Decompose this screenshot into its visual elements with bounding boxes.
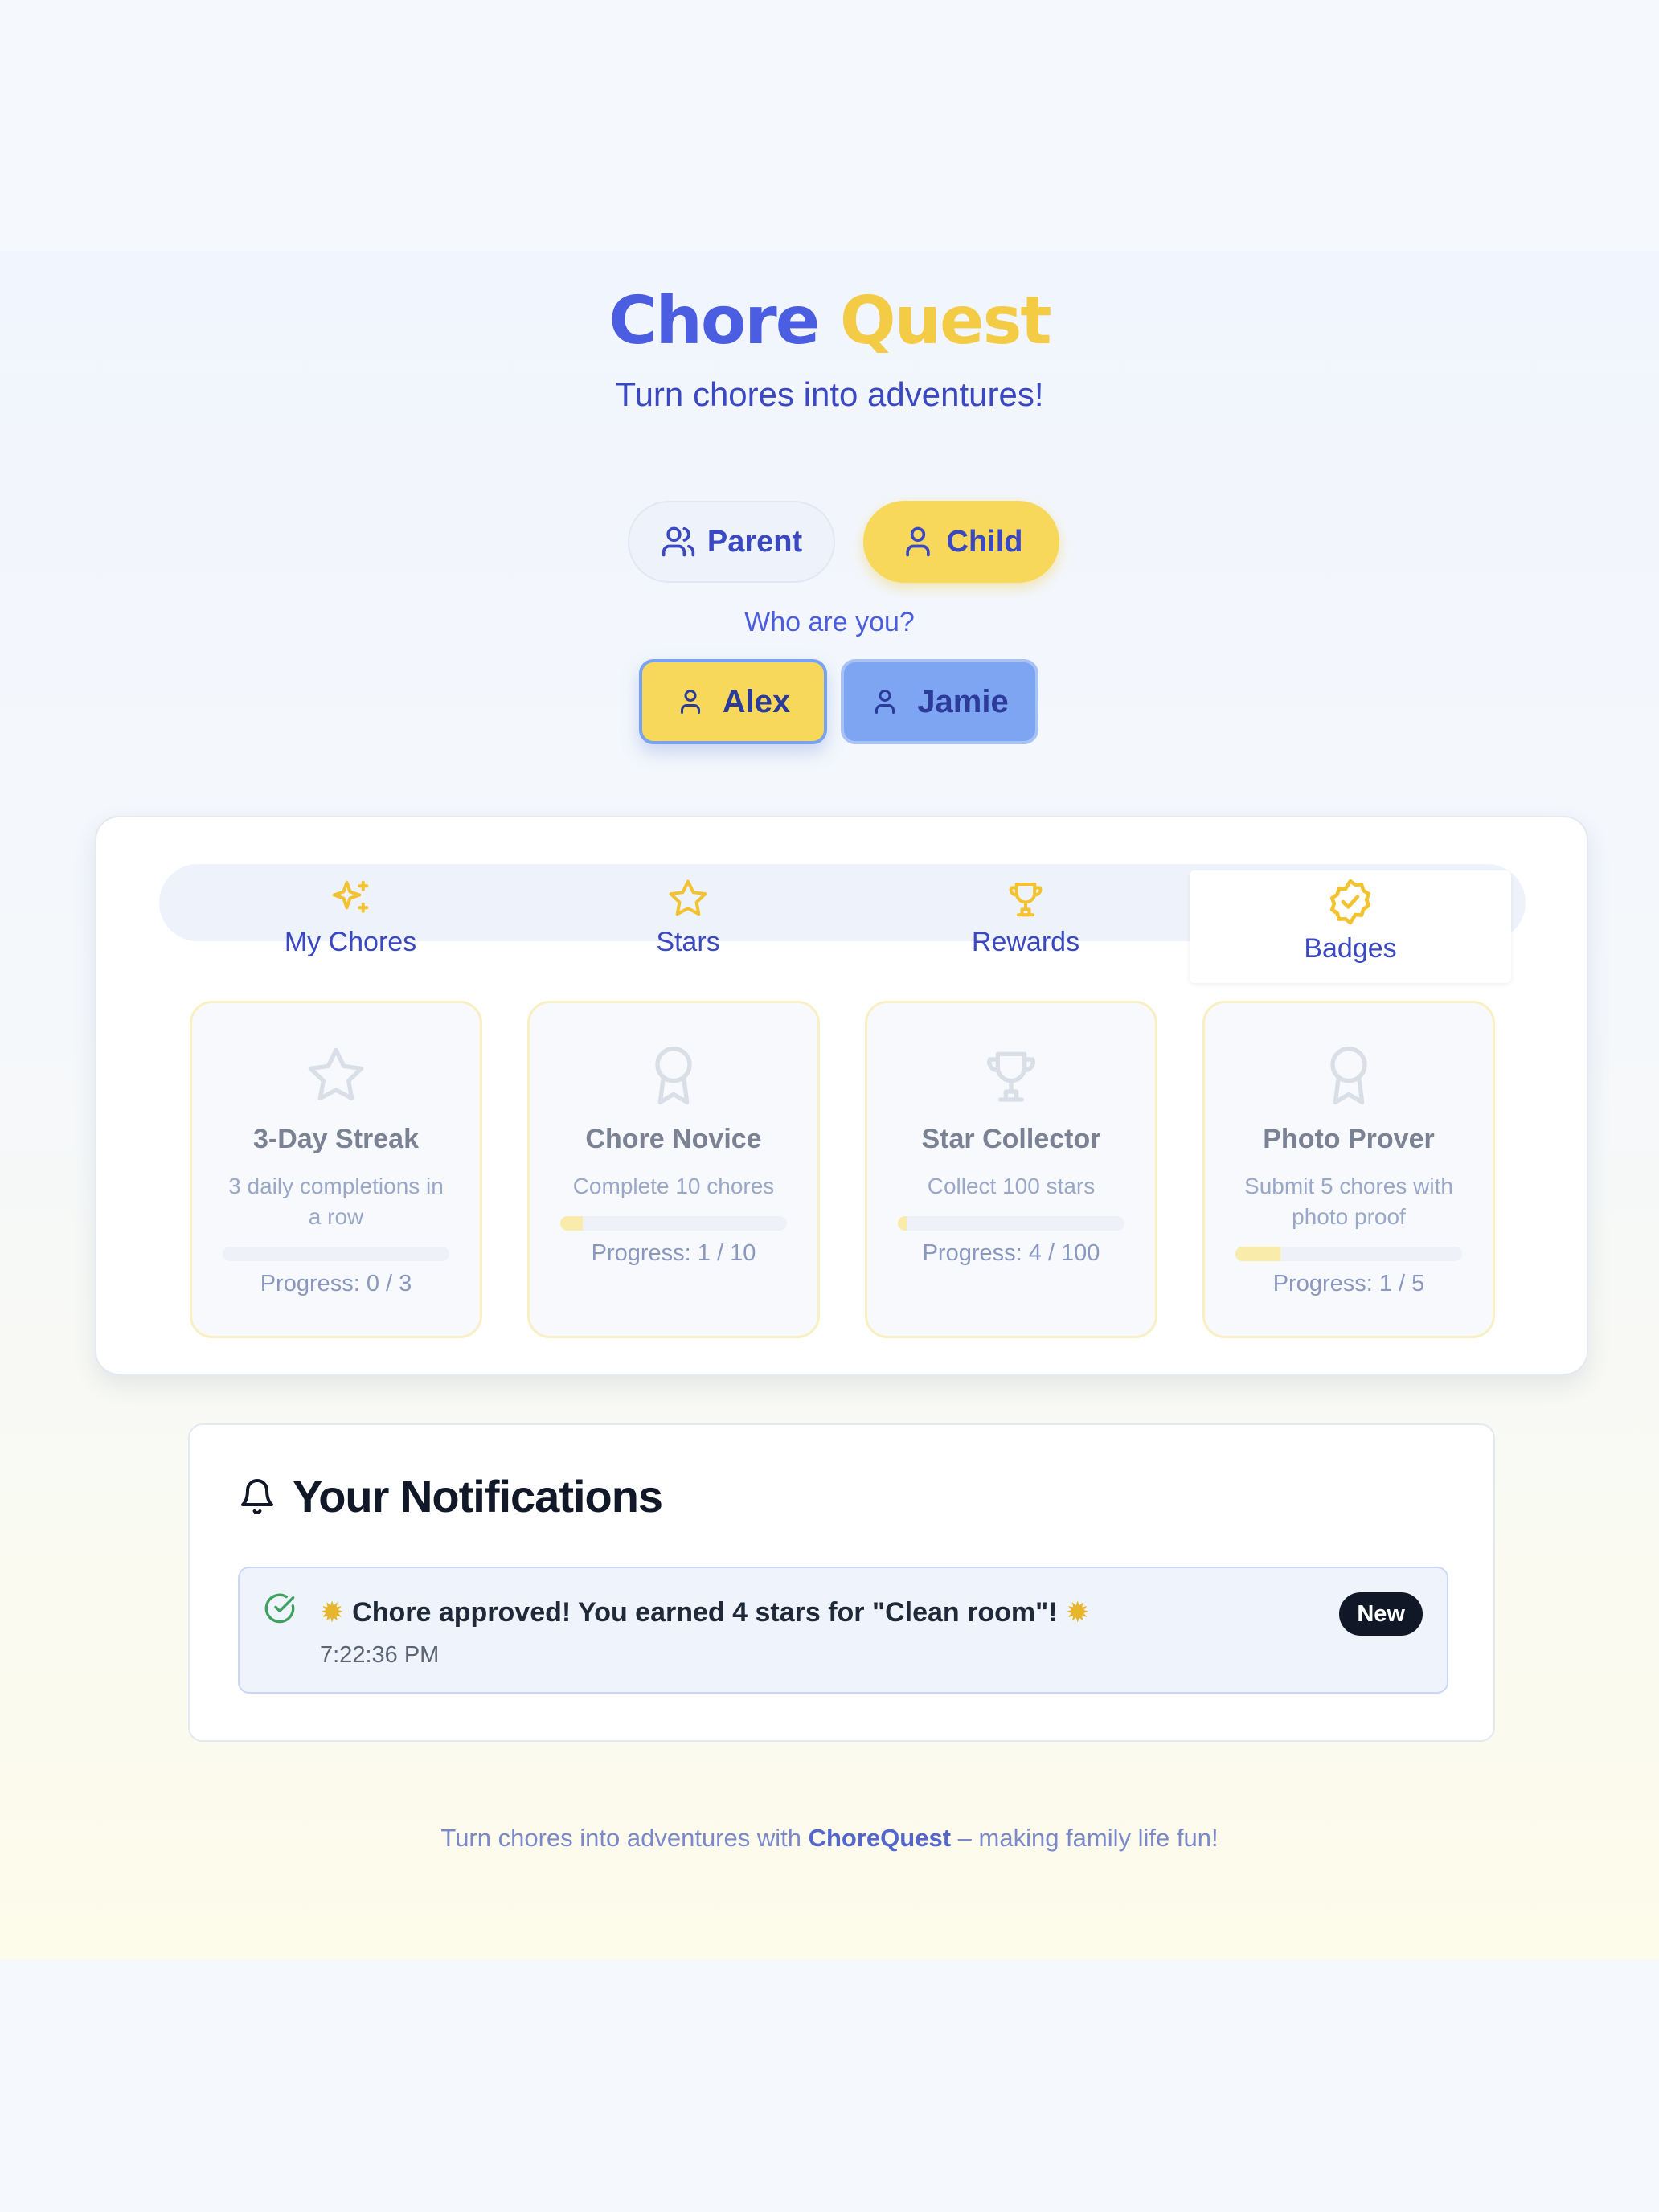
tab-rewards[interactable]: Rewards (865, 870, 1186, 983)
parent-role-button[interactable]: Parent (628, 501, 835, 583)
award-icon (641, 1043, 706, 1108)
footer-suffix: – making family life fun! (957, 1824, 1219, 1852)
kid-button-jamie[interactable]: Jamie (841, 659, 1038, 744)
notification-time: 7:22:36 PM (320, 1642, 440, 1668)
badge-card-star-collector: Star Collector Collect 100 stars Progres… (865, 1001, 1157, 1338)
badge-progress-bar (1235, 1247, 1462, 1261)
sparkle-emoji-icon: ✹ (320, 1596, 345, 1628)
notifications-heading: Your Notifications (238, 1470, 663, 1522)
badge-progress-fill (898, 1216, 907, 1231)
badge-description: Complete 10 chores (572, 1174, 775, 1198)
badge-name: Star Collector (921, 1124, 1101, 1154)
badge-progress-text: Progress: 0 / 3 (260, 1271, 412, 1296)
notification-text: Chore approved! You earned 4 stars for "… (352, 1596, 1058, 1628)
badge-card-3-day-streak: 3-Day Streak 3 daily completions in a ro… (190, 1001, 482, 1338)
badge-name: Photo Prover (1263, 1124, 1435, 1154)
users-icon (661, 524, 696, 559)
badge-progress-bar (898, 1216, 1124, 1231)
kid-label-jamie: Jamie (917, 683, 1009, 719)
footer-brand: ChoreQuest (808, 1824, 952, 1852)
badge-card-chore-novice: Chore Novice Complete 10 chores Progress… (527, 1001, 820, 1338)
badge-progress-bar (223, 1247, 449, 1261)
badge-progress-fill (560, 1216, 584, 1231)
footer: Turn chores into adventures with ChoreQu… (0, 1824, 1659, 1853)
title-word-quest: Quest (839, 283, 1052, 359)
tab-label: Badges (1304, 933, 1397, 964)
badge-name: Chore Novice (585, 1124, 762, 1154)
badge-description: 3 daily completions in a row (228, 1174, 444, 1229)
kid-label-alex: Alex (722, 683, 791, 719)
parent-role-label: Parent (707, 524, 803, 559)
tab-stars[interactable]: Stars (527, 870, 849, 983)
who-are-you-label: Who are you? (744, 607, 915, 637)
tab-label: Stars (656, 927, 720, 957)
tab-badges[interactable]: Badges (1190, 870, 1511, 983)
child-role-button[interactable]: Child (863, 501, 1059, 583)
tab-my-chores[interactable]: My Chores (190, 870, 511, 983)
tab-label: My Chores (284, 927, 417, 957)
new-badge: New (1339, 1592, 1423, 1636)
user-icon (870, 687, 899, 716)
title-word-chore: Chore (608, 283, 820, 359)
app-title: Chore Quest (0, 283, 1659, 359)
star-icon (304, 1043, 368, 1108)
badge-progress-text: Progress: 4 / 100 (922, 1240, 1100, 1266)
trophy-icon (979, 1043, 1043, 1108)
badge-name: 3-Day Streak (252, 1124, 419, 1154)
badge-check-icon (1325, 877, 1375, 927)
sparkle-emoji-icon: ✹ (1065, 1596, 1090, 1628)
dashboard-panel: My Chores Stars Rewards Badges 3-Day Str… (95, 816, 1588, 1375)
check-circle-icon (264, 1592, 296, 1624)
badge-progress-bar (560, 1216, 787, 1231)
notifications-title: Your Notifications (293, 1471, 663, 1522)
trophy-icon (1004, 877, 1047, 920)
kid-button-alex[interactable]: Alex (639, 659, 827, 744)
sparkles-icon (329, 877, 372, 920)
bell-icon (238, 1477, 276, 1516)
badge-progress-text: Progress: 1 / 10 (591, 1240, 756, 1266)
badge-card-photo-prover: Photo Prover Submit 5 chores with photo … (1202, 1001, 1495, 1338)
badge-progress-fill (1235, 1247, 1281, 1261)
footer-prefix: Turn chores into adventures with (440, 1824, 801, 1852)
user-icon (900, 524, 936, 559)
badge-description: Submit 5 chores with photo proof (1244, 1174, 1453, 1229)
user-icon (676, 687, 705, 716)
tab-label: Rewards (971, 927, 1080, 957)
notification-item[interactable]: ✹ Chore approved! You earned 4 stars for… (238, 1567, 1448, 1694)
award-icon (1317, 1043, 1381, 1108)
notification-message: ✹ Chore approved! You earned 4 stars for… (320, 1596, 1090, 1629)
badge-description: Collect 100 stars (927, 1174, 1096, 1198)
app-subtitle: Turn chores into adventures! (615, 375, 1044, 413)
child-role-label: Child (946, 524, 1023, 559)
badge-progress-text: Progress: 1 / 5 (1272, 1271, 1425, 1296)
notifications-card: Your Notifications ✹ Chore approved! You… (188, 1423, 1495, 1742)
star-icon (666, 877, 710, 920)
